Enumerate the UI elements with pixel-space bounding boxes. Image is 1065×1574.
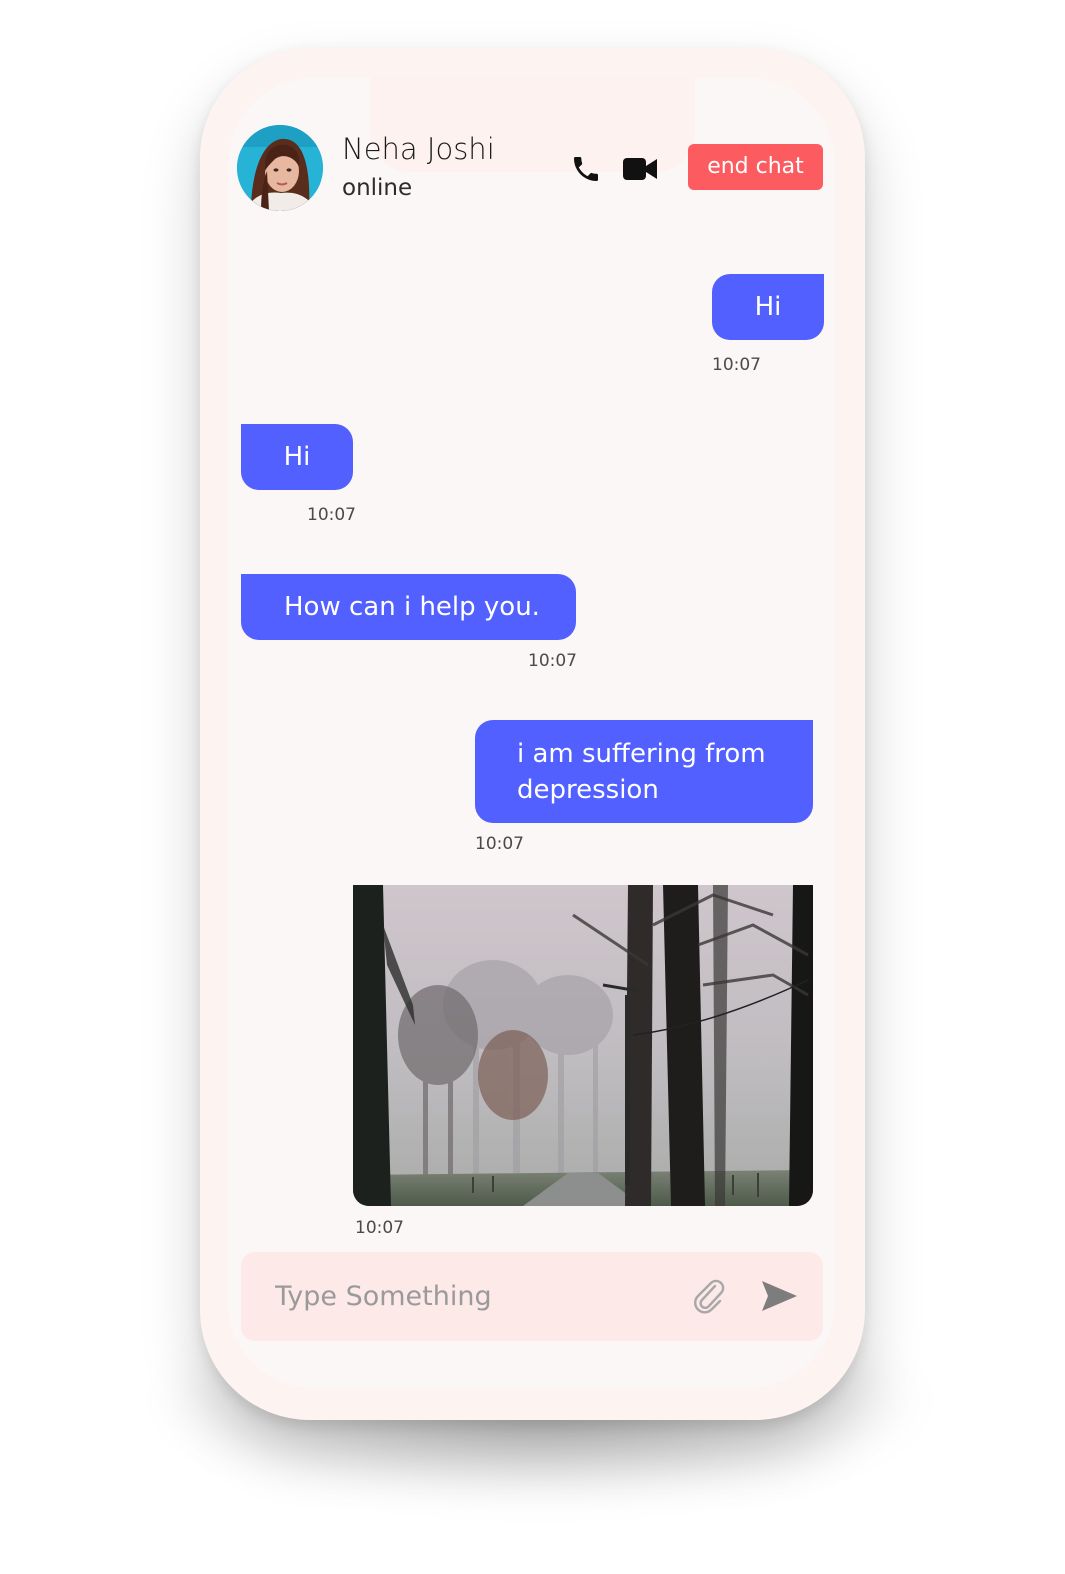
video-camera-icon[interactable] — [622, 155, 658, 183]
end-chat-button[interactable]: end chat — [688, 144, 823, 190]
message-bubble-outgoing: Hi — [712, 274, 824, 340]
phone-icon[interactable] — [570, 152, 602, 186]
message-composer — [241, 1252, 823, 1341]
message-bubble-incoming: How can i help you. — [241, 574, 576, 640]
paperclip-icon[interactable] — [689, 1276, 729, 1316]
message-timestamp: 10:07 — [307, 505, 356, 525]
message-bubble-incoming: Hi — [241, 424, 353, 490]
message-timestamp: 10:07 — [712, 355, 761, 375]
message-image[interactable] — [353, 885, 813, 1206]
contact-name: Neha Joshi — [342, 132, 495, 166]
contact-status: online — [342, 175, 413, 201]
foggy-road-photo — [353, 885, 813, 1206]
message-timestamp: 10:07 — [355, 1218, 404, 1238]
avatar-portrait — [237, 125, 323, 211]
message-timestamp: 10:07 — [475, 834, 524, 854]
send-icon[interactable] — [759, 1278, 799, 1314]
avatar[interactable] — [237, 125, 323, 211]
message-input[interactable] — [275, 1274, 675, 1318]
message-bubble-outgoing: i am suffering from depression — [475, 720, 813, 823]
message-timestamp: 10:07 — [528, 651, 577, 671]
stage: Neha Joshi online end chat Hi 10:07 Hi 1… — [0, 0, 1065, 1574]
